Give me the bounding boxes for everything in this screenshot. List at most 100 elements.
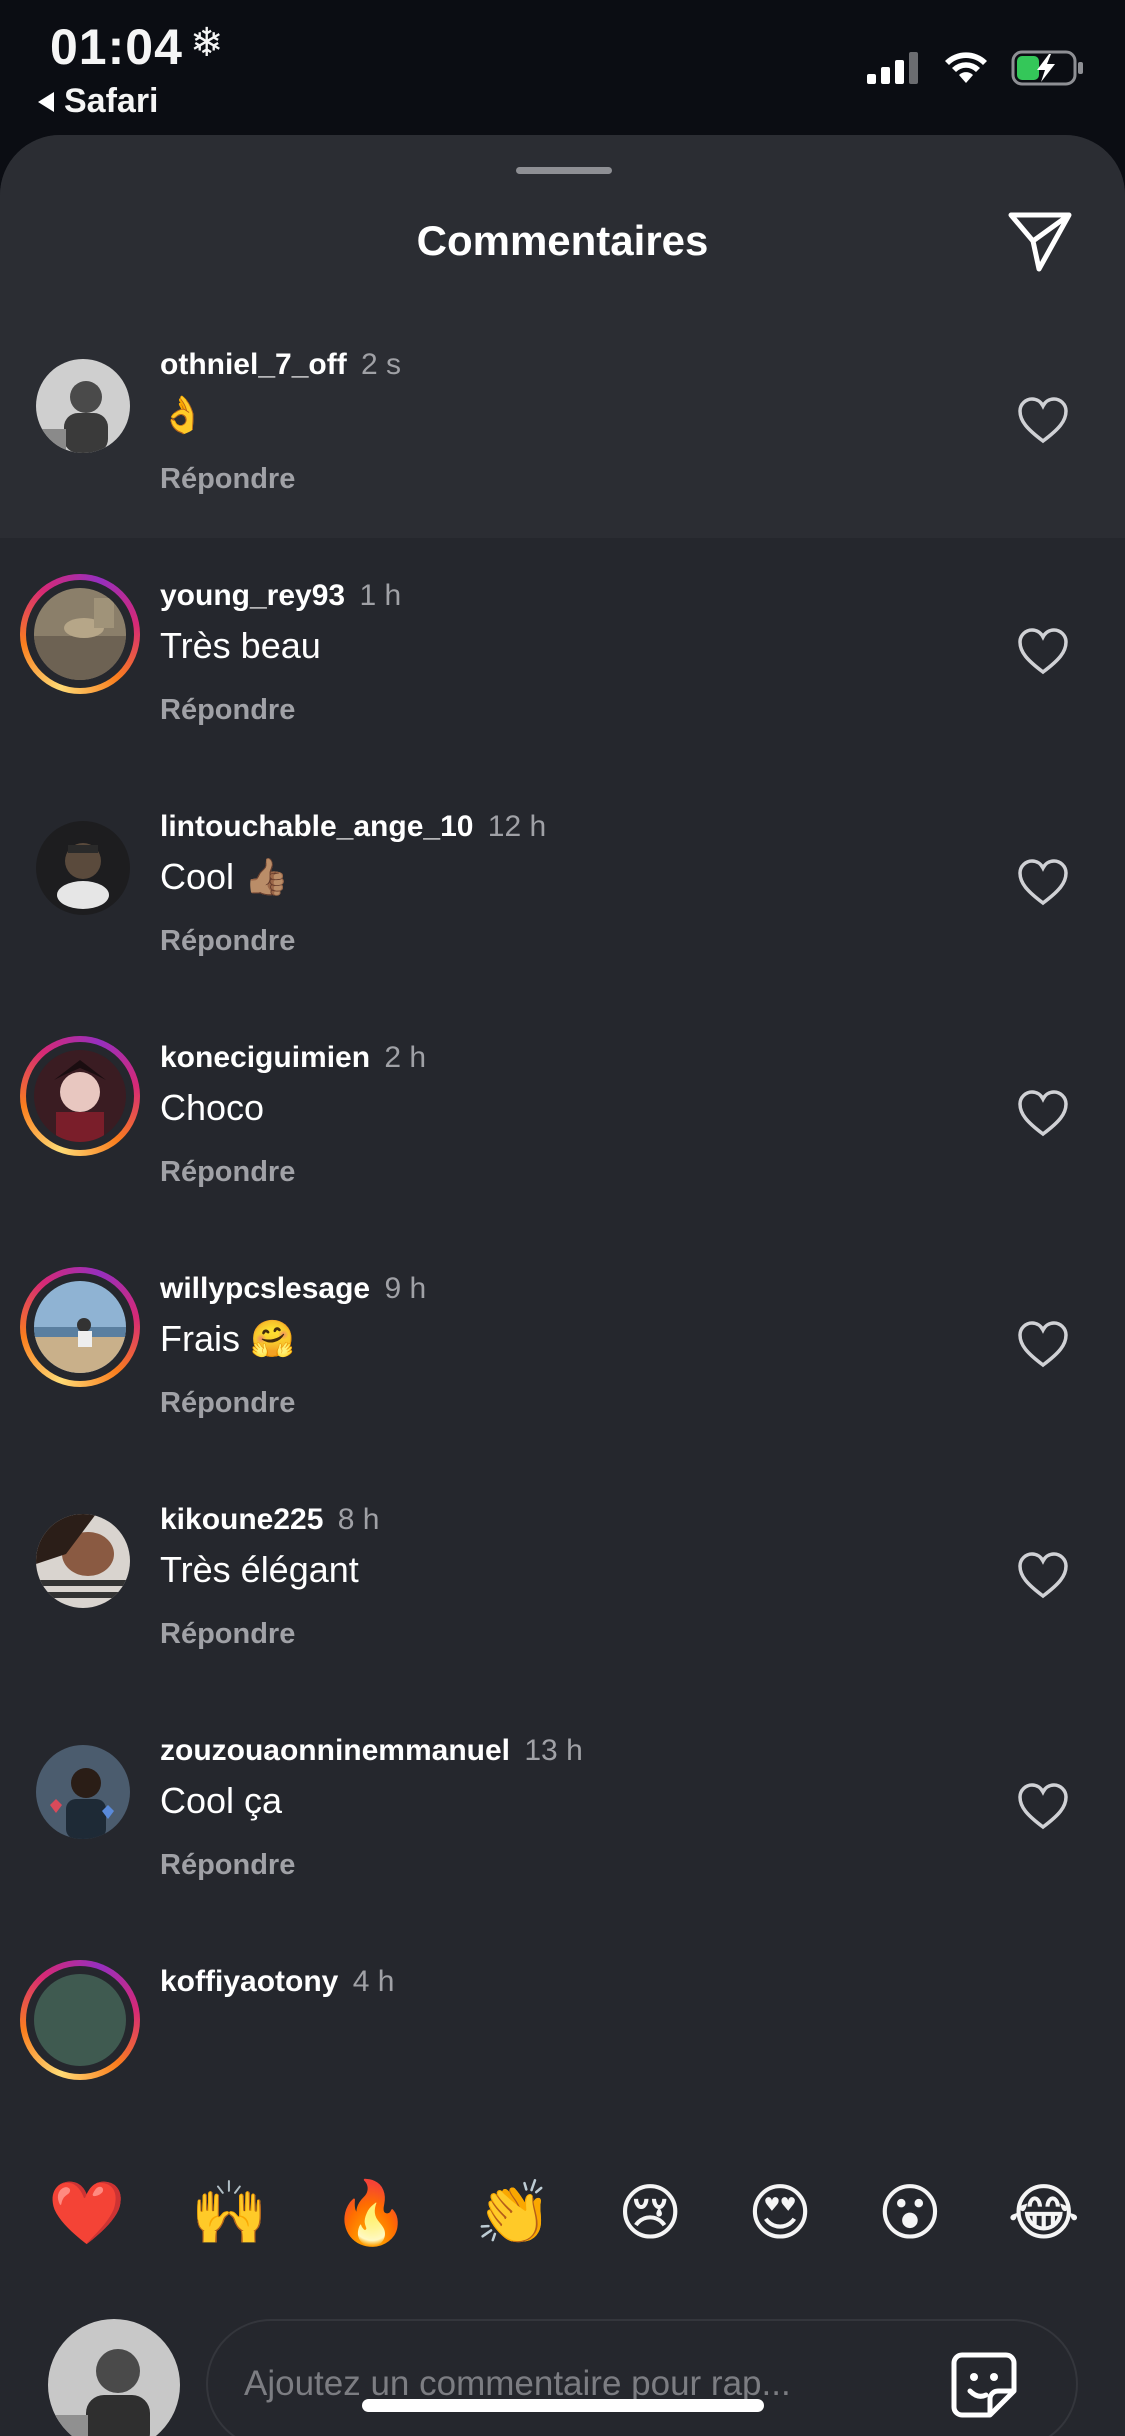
comment-username[interactable]: willypcslesage	[160, 1272, 370, 1305]
avatar[interactable]	[20, 1267, 140, 1387]
comment-username[interactable]: othniel_7_off	[160, 348, 347, 381]
wifi-icon	[945, 52, 987, 83]
sheet-grabber[interactable]	[516, 167, 612, 174]
heart-icon[interactable]	[1017, 395, 1069, 447]
composer-area: ❤️ 🙌 🔥 👏 😢 😍 😮 😂	[0, 2139, 1125, 2436]
reply-button[interactable]: Répondre	[160, 463, 965, 496]
comment-text: Choco	[160, 1087, 265, 1128]
status-bar: 01:04 ❄ Safari	[0, 0, 1125, 130]
avatar[interactable]	[20, 1960, 140, 2080]
emoji-clapping-button[interactable]: 👏	[475, 2183, 552, 2245]
status-icons	[867, 50, 1085, 86]
comment-time: 2 s	[361, 348, 402, 381]
emoji-surprised-button[interactable]: 😮	[878, 2183, 943, 2245]
snowflake-icon: ❄	[190, 21, 224, 65]
comments-sheet: Commentaires othniel_7_off 2 s 👌 Répondr…	[0, 135, 1125, 2436]
heart-icon[interactable]	[1017, 1550, 1069, 1602]
comment-body: lintouchable_ange_10 12 h Cool 👍🏽 Répond…	[160, 807, 965, 958]
comment-text: 👌	[160, 394, 205, 435]
comment-text: Cool 👍🏽	[160, 856, 289, 897]
battery-charging-icon	[1011, 50, 1083, 86]
comment-text: Très beau	[160, 625, 321, 666]
heart-icon[interactable]	[1017, 1088, 1069, 1140]
avatar[interactable]	[20, 1729, 140, 1849]
comment-item: kikoune225 8 h Très élégant Répondre	[0, 1462, 1125, 1693]
comment-time: 2 h	[384, 1041, 427, 1074]
back-to-safari-button[interactable]: Safari	[38, 82, 159, 121]
comment-body: kikoune225 8 h Très élégant Répondre	[160, 1500, 965, 1651]
comment-text: Frais 🤗	[160, 1318, 295, 1359]
back-app-label: Safari	[64, 82, 159, 120]
comment-username[interactable]: lintouchable_ange_10	[160, 810, 473, 843]
comment-text: Très élégant	[160, 1549, 359, 1590]
emoji-heart-button[interactable]: ❤️	[48, 2183, 125, 2245]
comment-item: othniel_7_off 2 s 👌 Répondre	[0, 307, 1125, 538]
comment-username[interactable]: zouzouaonninemmanuel	[160, 1734, 510, 1767]
emoji-laughing-button[interactable]: 😂	[1007, 2183, 1079, 2245]
comment-time: 4 h	[352, 1965, 395, 1998]
comment-body: othniel_7_off 2 s 👌 Répondre	[160, 345, 965, 496]
avatar[interactable]	[20, 1036, 140, 1156]
comment-time: 9 h	[384, 1272, 427, 1305]
avatar-photo	[36, 1745, 130, 1839]
avatar[interactable]	[20, 1498, 140, 1618]
comment-composer	[0, 2314, 1125, 2436]
emoji-raised-hands-button[interactable]: 🙌	[190, 2183, 267, 2245]
sticker-icon[interactable]	[948, 2349, 1020, 2421]
comment-item: koneciguimien 2 h Choco Répondre	[0, 1000, 1125, 1231]
send-icon[interactable]	[1005, 205, 1075, 275]
home-indicator[interactable]	[362, 2399, 764, 2412]
comment-username[interactable]: young_rey93	[160, 579, 345, 612]
reply-button[interactable]: Répondre	[160, 1387, 965, 1420]
comment-body: zouzouaonninemmanuel 13 h Cool ça Répond…	[160, 1731, 965, 1882]
reply-button[interactable]: Répondre	[160, 1849, 965, 1882]
avatar-photo	[36, 1514, 130, 1608]
avatar-photo	[34, 1281, 126, 1373]
comments-list[interactable]: othniel_7_off 2 s 👌 Répondre young_rey93	[0, 307, 1125, 2139]
comment-username[interactable]: koneciguimien	[160, 1041, 370, 1074]
back-arrow-icon	[38, 91, 54, 112]
quick-emoji-bar: ❤️ 🙌 🔥 👏 😢 😍 😮 😂	[0, 2139, 1125, 2289]
emoji-fire-button[interactable]: 🔥	[333, 2183, 410, 2245]
avatar-photo	[34, 588, 126, 680]
current-user-avatar	[48, 2319, 180, 2436]
heart-icon[interactable]	[1017, 1319, 1069, 1371]
emoji-heart-eyes-button[interactable]: 😍	[748, 2183, 813, 2245]
sheet-header: Commentaires	[0, 135, 1125, 307]
avatar[interactable]	[20, 574, 140, 694]
avatar[interactable]	[20, 805, 140, 925]
avatar-photo	[34, 1974, 126, 2066]
avatar-photo	[34, 1050, 126, 1142]
comment-body: young_rey93 1 h Très beau Répondre	[160, 576, 965, 727]
comment-body: koffiyaotony 4 h	[160, 1962, 965, 2002]
comment-time: 1 h	[359, 579, 402, 612]
comment-body: willypcslesage 9 h Frais 🤗 Répondre	[160, 1269, 965, 1420]
heart-icon[interactable]	[1017, 626, 1069, 678]
reply-button[interactable]: Répondre	[160, 694, 965, 727]
comment-input-field[interactable]	[206, 2319, 1078, 2436]
sheet-title: Commentaires	[416, 217, 709, 264]
avatar[interactable]	[20, 343, 140, 463]
comment-time: 12 h	[487, 810, 547, 843]
avatar-photo	[36, 359, 130, 453]
reply-button[interactable]: Répondre	[160, 1618, 965, 1651]
comment-item: willypcslesage 9 h Frais 🤗 Répondre	[0, 1231, 1125, 1462]
comment-text: Cool ça	[160, 1780, 283, 1821]
comment-item: koffiyaotony 4 h	[0, 1924, 1125, 2139]
comment-input[interactable]	[244, 2321, 924, 2436]
comment-username[interactable]: kikoune225	[160, 1503, 323, 1536]
emoji-crying-button[interactable]: 😢	[618, 2183, 683, 2245]
reply-button[interactable]: Répondre	[160, 1156, 965, 1189]
heart-icon[interactable]	[1017, 857, 1069, 909]
comment-username[interactable]: koffiyaotony	[160, 1965, 338, 1998]
comment-item: zouzouaonninemmanuel 13 h Cool ça Répond…	[0, 1693, 1125, 1924]
cellular-signal-icon	[867, 52, 918, 84]
comment-body: koneciguimien 2 h Choco Répondre	[160, 1038, 965, 1189]
comment-item: young_rey93 1 h Très beau Répondre	[0, 538, 1125, 769]
avatar-photo	[36, 821, 130, 915]
comment-time: 13 h	[524, 1734, 583, 1767]
heart-icon[interactable]	[1017, 1781, 1069, 1833]
reply-button[interactable]: Répondre	[160, 925, 965, 958]
comment-item: lintouchable_ange_10 12 h Cool 👍🏽 Répond…	[0, 769, 1125, 1000]
comment-time: 8 h	[337, 1503, 380, 1536]
